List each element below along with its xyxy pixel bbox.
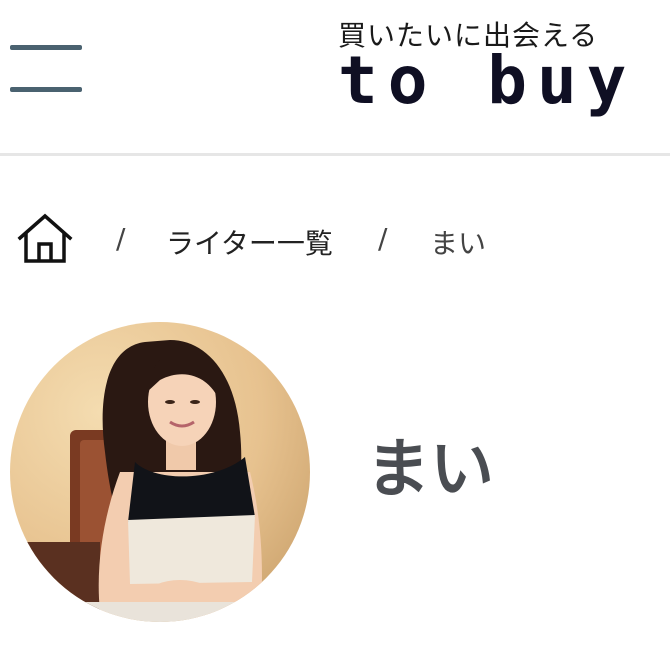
menu-bar-top xyxy=(10,45,82,50)
hamburger-menu-button[interactable] xyxy=(8,42,84,98)
writer-name: まい xyxy=(366,433,494,507)
writer-avatar xyxy=(10,322,310,622)
site-logo[interactable]: 買いたいに出会える to buy xyxy=(338,10,638,140)
menu-bar-bottom xyxy=(10,87,82,92)
breadcrumb-separator: / xyxy=(378,222,388,255)
breadcrumb-writer-list-link[interactable]: ライター一覧 xyxy=(166,222,333,262)
breadcrumb-current: まい xyxy=(430,227,487,260)
logo-wordmark: to buy xyxy=(338,42,637,119)
breadcrumb: / ライター一覧 / まい xyxy=(16,208,656,268)
site-header: 買いたいに出会える to buy xyxy=(0,0,670,156)
home-icon[interactable] xyxy=(16,212,74,264)
breadcrumb-separator: / xyxy=(116,222,126,255)
